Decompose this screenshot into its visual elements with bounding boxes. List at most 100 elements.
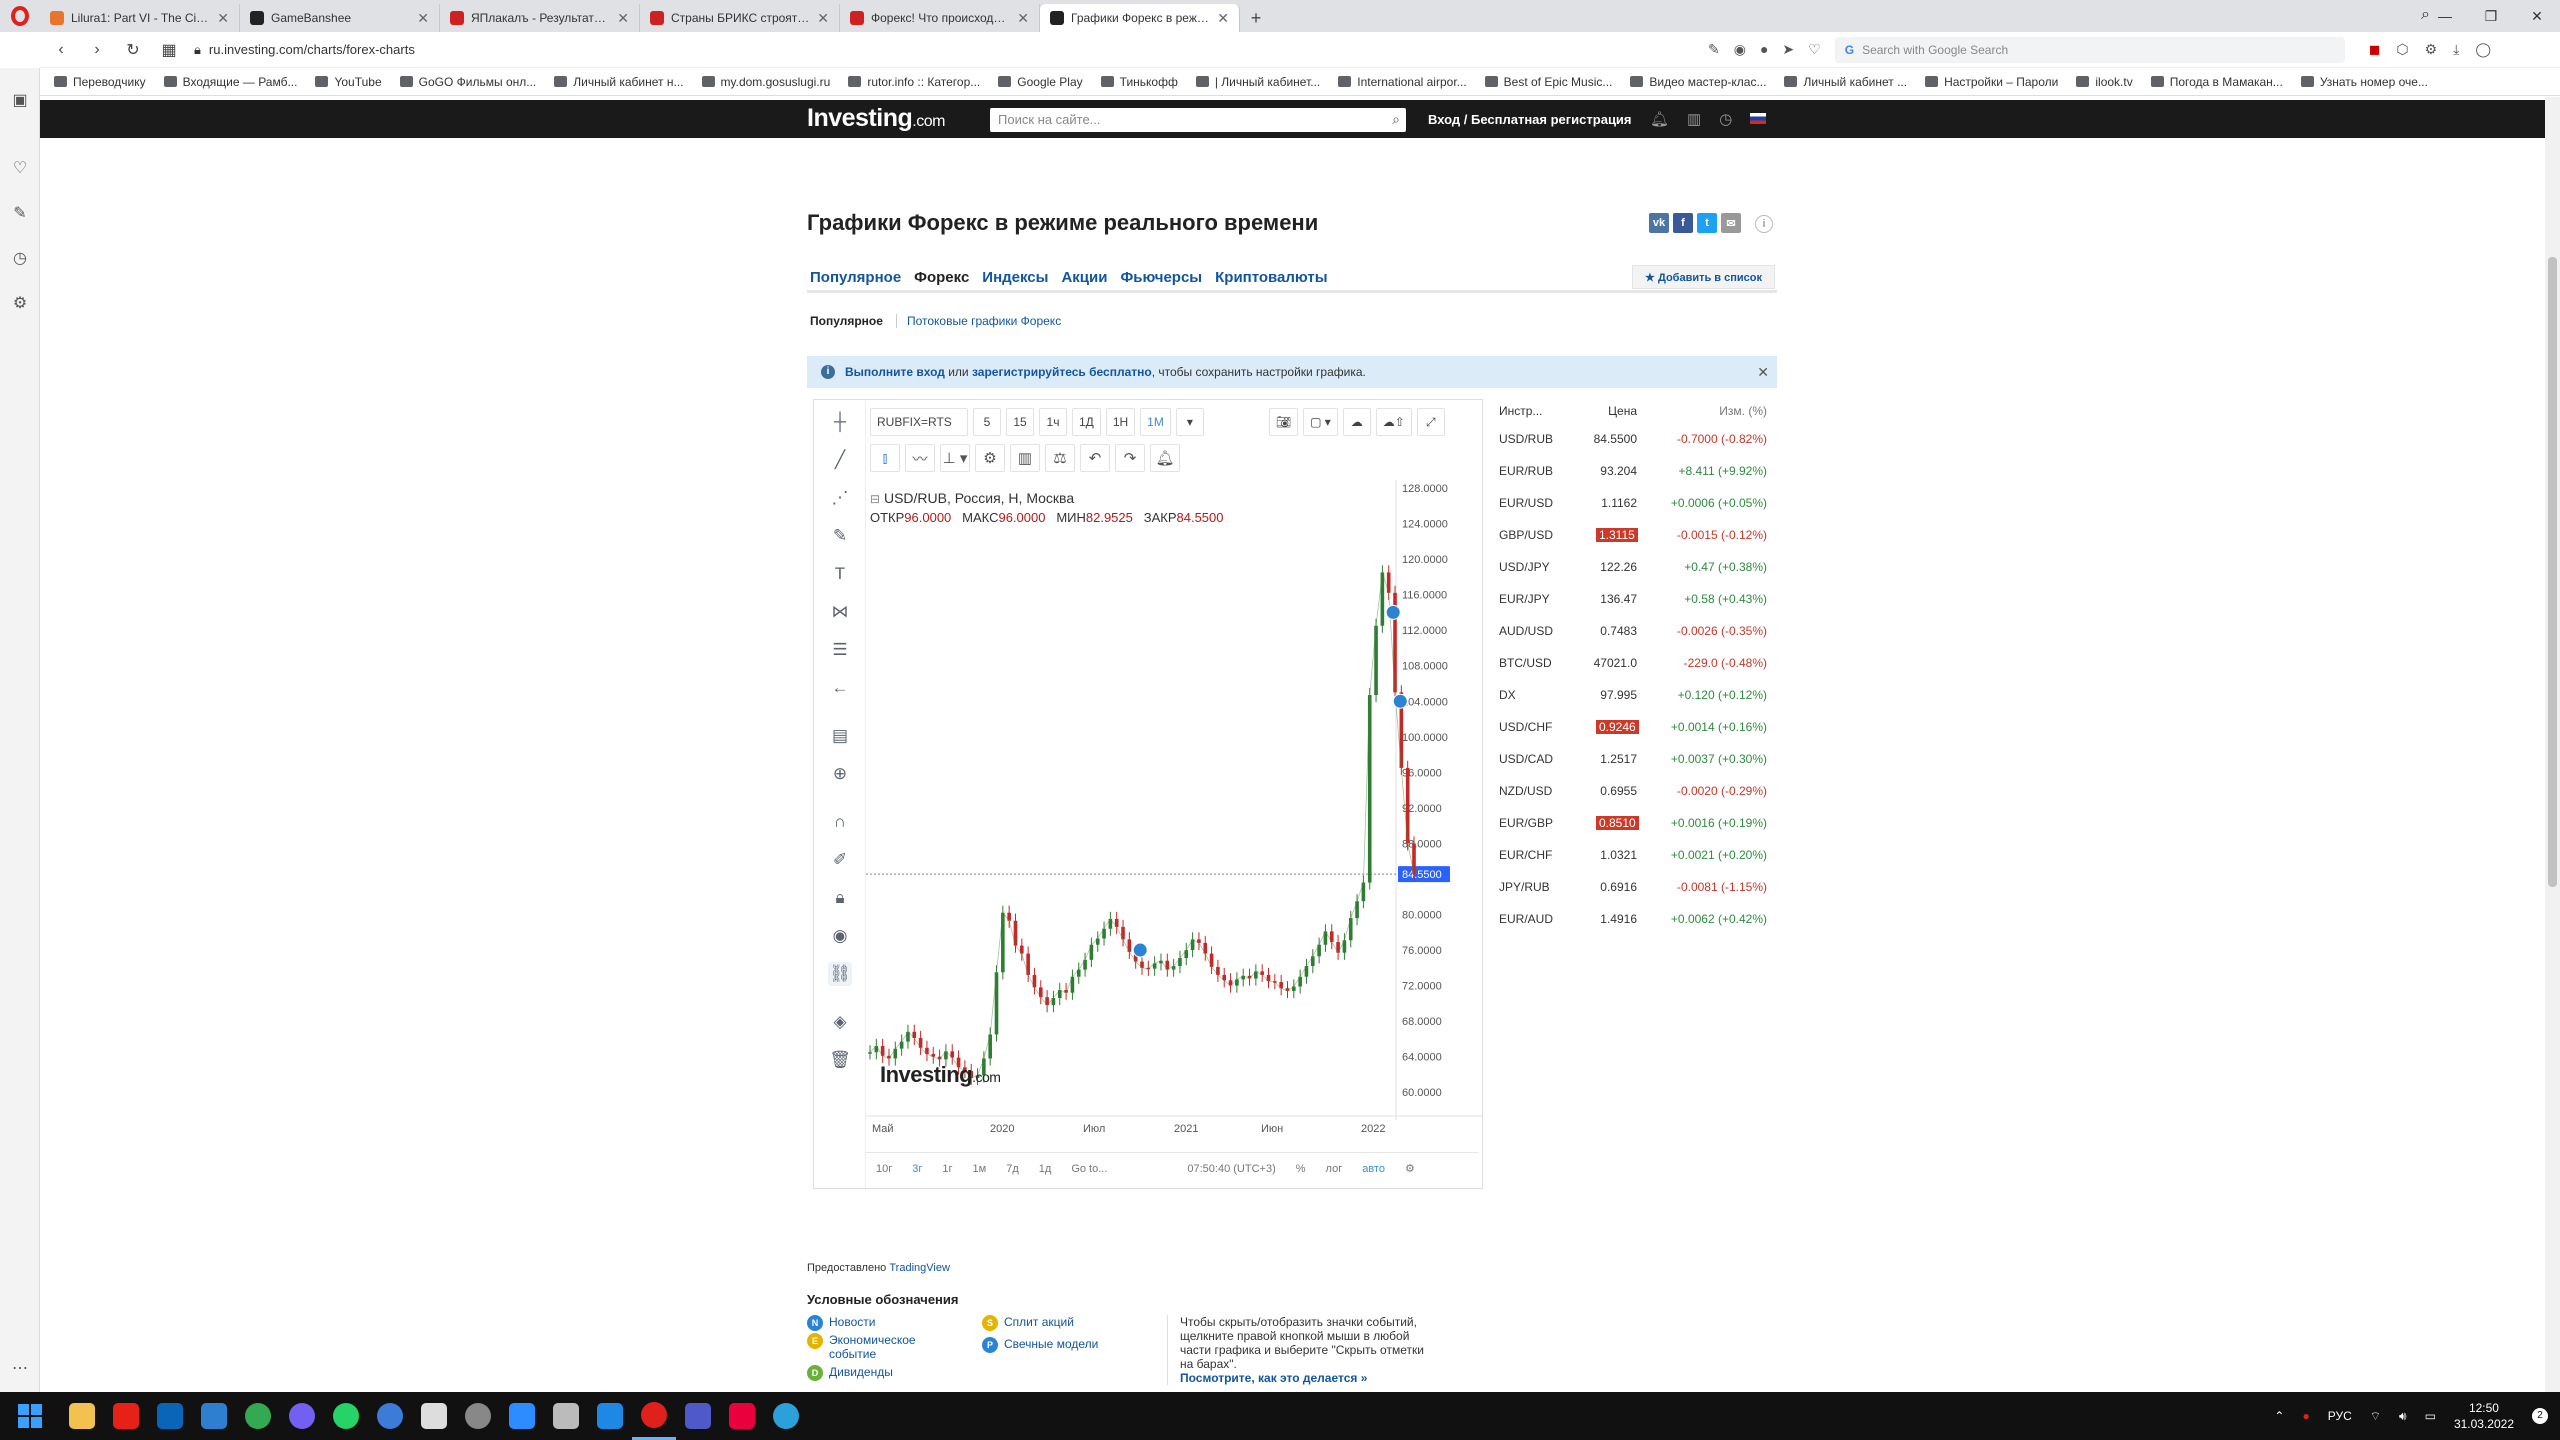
magnet-icon[interactable]: ∩: [828, 810, 852, 834]
scale-option[interactable]: %: [1286, 1163, 1316, 1175]
browser-tab[interactable]: Страны БРИКС строят нов ✕: [640, 4, 840, 32]
camera-icon[interactable]: ◉: [1734, 41, 1746, 58]
facebook-share-icon[interactable]: f: [1673, 213, 1693, 233]
quote-name[interactable]: EUR/RUB: [1497, 464, 1582, 478]
minimize-button[interactable]: —: [2422, 0, 2468, 32]
bookmark-item[interactable]: Видео мастер-клас...: [1630, 75, 1766, 89]
interval-button[interactable]: 1М: [1140, 408, 1171, 436]
quote-row[interactable]: BTC/USD 47021.0 -229.0 (-0.48%): [1497, 647, 1767, 679]
quote-name[interactable]: JPY/RUB: [1497, 880, 1582, 894]
ivi-icon[interactable]: [720, 1392, 764, 1440]
header-price[interactable]: Цена: [1582, 404, 1637, 418]
edit-icon[interactable]: ✎: [1708, 41, 1720, 58]
layers-icon[interactable]: ◈: [828, 1010, 852, 1034]
extension-icon[interactable]: ◼: [2369, 41, 2381, 58]
history-icon[interactable]: ◷: [10, 248, 30, 268]
interval-button[interactable]: 1ч: [1039, 408, 1067, 436]
bookmark-item[interactable]: Входящие — Рамб...: [163, 75, 297, 89]
scale-option[interactable]: лог: [1316, 1163, 1353, 1175]
quote-row[interactable]: USD/CAD 1.2517 +0.0037 (+0.30%): [1497, 743, 1767, 775]
whatsapp-icon[interactable]: [324, 1392, 368, 1440]
twitter-share-icon[interactable]: t: [1697, 213, 1717, 233]
settings-app-icon[interactable]: [456, 1392, 500, 1440]
chrome-icon[interactable]: [236, 1392, 280, 1440]
bookmark-item[interactable]: my.dom.gosuslugi.ru: [701, 75, 830, 89]
pattern-icon[interactable]: ⋈: [828, 600, 852, 624]
quote-name[interactable]: USD/CAD: [1497, 752, 1582, 766]
bookmark-item[interactable]: ilook.tv: [2076, 75, 2133, 89]
quote-row[interactable]: AUD/USD 0.7483 -0.0026 (-0.35%): [1497, 615, 1767, 647]
quote-row[interactable]: USD/JPY 122.26 +0.47 (+0.38%): [1497, 551, 1767, 583]
page-scrollbar[interactable]: [2545, 97, 2560, 1392]
interval-button[interactable]: 5: [973, 408, 1001, 436]
maximize-button[interactable]: ❐: [2468, 0, 2514, 32]
quote-name[interactable]: DX: [1497, 688, 1582, 702]
box-icon[interactable]: ⬡: [2396, 41, 2408, 58]
compare-scale-icon[interactable]: ⚖: [1045, 444, 1075, 472]
price-chart[interactable]: 128.0000 124.0000 120.0000 116.0000 112.0000…: [866, 480, 1482, 1150]
start-button[interactable]: [0, 1392, 60, 1440]
bars-style-icon[interactable]: ⊥ ▾: [940, 444, 970, 472]
quote-row[interactable]: USD/CHF 0.9246 +0.0014 (+0.16%): [1497, 711, 1767, 743]
sub-tab-streaming[interactable]: Потоковые графики Форекс: [895, 314, 1061, 328]
link-icon[interactable]: ⛓: [828, 962, 852, 986]
search-app-icon[interactable]: [412, 1392, 456, 1440]
header-instrument[interactable]: Инстр...: [1497, 404, 1582, 418]
bookmark-item[interactable]: rutor.info :: Категор...: [848, 75, 980, 89]
browser-tab[interactable]: Форекс! Что происходит? ✕: [840, 4, 1040, 32]
interval-dropdown-icon[interactable]: ▾: [1175, 408, 1204, 436]
studies-icon[interactable]: ▥: [1010, 444, 1040, 472]
quote-name[interactable]: EUR/USD: [1497, 496, 1582, 510]
bookmark-item[interactable]: Личный кабинет н...: [554, 75, 684, 89]
more-icon[interactable]: ⋯: [10, 1358, 30, 1378]
settings-icon[interactable]: ⚙: [975, 444, 1005, 472]
tab-close-icon[interactable]: ✕: [1017, 10, 1029, 27]
opera-menu-icon[interactable]: [0, 0, 40, 32]
notepad-icon[interactable]: [544, 1392, 588, 1440]
site-search-input[interactable]: Поиск на сайте... ⌕: [990, 108, 1406, 132]
quote-name[interactable]: EUR/CHF: [1497, 848, 1582, 862]
header-change[interactable]: Изм. (%): [1637, 404, 1767, 418]
quote-name[interactable]: NZD/USD: [1497, 784, 1582, 798]
quote-row[interactable]: EUR/AUD 1.4916 +0.0062 (+0.42%): [1497, 903, 1767, 935]
range-button[interactable]: Go to...: [1061, 1163, 1117, 1175]
trash-icon[interactable]: 🗑︎: [828, 1048, 852, 1072]
quote-name[interactable]: EUR/JPY: [1497, 592, 1582, 606]
settings-icon[interactable]: ⚙: [10, 293, 30, 313]
undo-icon[interactable]: ↶: [1080, 444, 1110, 472]
bookmark-item[interactable]: | Личный кабинет...: [1195, 75, 1320, 89]
outlook-icon[interactable]: [148, 1392, 192, 1440]
bookmark-item[interactable]: Переводчику: [54, 75, 146, 89]
reload-icon[interactable]: ↻: [122, 40, 144, 60]
range-button[interactable]: 1г: [932, 1163, 962, 1175]
crosshair-icon[interactable]: ┼: [828, 410, 852, 434]
battery-icon[interactable]: ▭: [2425, 1409, 2436, 1423]
google-search-field[interactable]: G Search with Google Search: [1834, 36, 2345, 63]
zoom-icon[interactable]: ⊕: [828, 762, 852, 786]
bookmark-item[interactable]: YouTube: [315, 75, 382, 89]
quote-name[interactable]: USD/CHF: [1497, 720, 1582, 734]
fib-tool-icon[interactable]: ⋰: [828, 486, 852, 510]
interval-button[interactable]: 1Д: [1072, 408, 1101, 436]
tray-app-icon[interactable]: ●: [2302, 1409, 2309, 1423]
redo-icon[interactable]: ↷: [1115, 444, 1145, 472]
download-icon[interactable]: ⤓: [2453, 41, 2459, 58]
browser-tab[interactable]: Графики Форекс в режим ✕: [1040, 4, 1240, 32]
login-link[interactable]: Вход / Бесплатная регистрация: [1428, 112, 1632, 127]
stay-in-drawing-icon[interactable]: ✐: [828, 848, 852, 872]
category-tab[interactable]: Фьючерсы: [1117, 265, 1212, 290]
info-icon[interactable]: i: [1755, 215, 1773, 233]
quote-row[interactable]: EUR/USD 1.1162 +0.0006 (+0.05%): [1497, 487, 1767, 519]
forward-icon[interactable]: ›: [86, 41, 108, 59]
quote-row[interactable]: EUR/RUB 93.204 +8.411 (+9.92%): [1497, 455, 1767, 487]
symbol-input[interactable]: RUBFIX=RTS: [870, 408, 968, 436]
category-tab[interactable]: Форекс: [911, 265, 979, 290]
volume-icon[interactable]: 🔊︎: [2399, 1409, 2407, 1424]
youtube-icon[interactable]: [104, 1392, 148, 1440]
quote-name[interactable]: EUR/AUD: [1497, 912, 1582, 926]
bell-icon[interactable]: 🔔︎: [1650, 110, 1669, 128]
clock-icon[interactable]: ◷: [1719, 110, 1732, 128]
prediction-icon[interactable]: ☰: [828, 638, 852, 662]
category-tab[interactable]: Криптовалюты: [1212, 265, 1337, 290]
viber-icon[interactable]: [280, 1392, 324, 1440]
